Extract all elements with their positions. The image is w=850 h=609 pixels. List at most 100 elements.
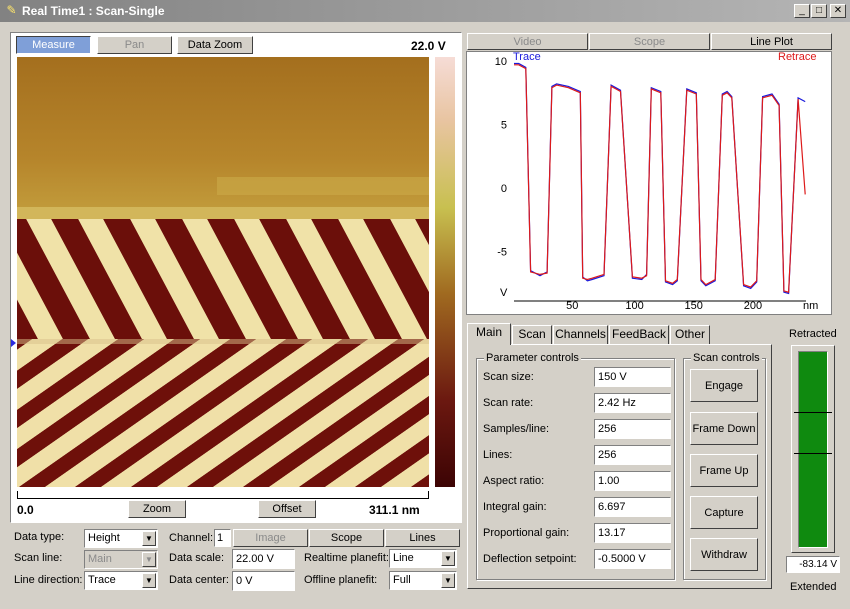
line-direction-label: Line direction: [14,574,83,586]
zoom-button[interactable]: Zoom [128,500,186,518]
data-zoom-button[interactable]: Data Zoom [177,36,253,54]
tab-video[interactable]: Video [467,33,588,50]
scale-max-label: 22.0 V [411,39,446,53]
scan-line-marker[interactable] [11,339,16,347]
app-icon[interactable]: ✎ [4,3,19,18]
retracted-label: Retracted [789,328,837,340]
chevron-down-icon[interactable]: ▼ [441,573,455,588]
line-plot[interactable]: Trace Retrace V nm 50 100 150 2001050-5 [466,51,832,315]
title-bar: ✎ Real Time1 : Scan-Single _ □ ✕ [0,0,850,22]
x-tick-label: 100 [625,300,643,312]
scan-line-label: Scan line: [14,552,63,564]
param-label: Deflection setpoint: [483,553,577,565]
data-center-input[interactable]: 0 V [232,571,295,591]
tab-other[interactable]: Other [670,325,710,345]
param-label: Scan size: [483,371,534,383]
lines-button[interactable]: Lines [385,529,460,547]
z-gauge-marker-mid [794,453,832,454]
param-value-input[interactable]: 13.17 [594,523,671,543]
scan-controls-title: Scan controls [691,352,762,364]
param-label: Lines: [483,449,513,461]
x-axis-scale [17,491,429,499]
y-tick-label: 0 [501,183,507,195]
data-scale-label: Data scale: [169,552,225,564]
parameter-controls-title: Parameter controls [484,352,581,364]
tab-main[interactable]: Main [467,323,511,345]
chevron-down-icon[interactable]: ▼ [142,531,156,546]
window-title: Real Time1 : Scan-Single [22,4,165,18]
param-label: Aspect ratio: [483,475,545,487]
image-button[interactable]: Image [233,529,308,547]
capture-button[interactable]: Capture [690,496,758,529]
image-panel: Measure Pan Data Zoom 22.0 V 0.0 Zoom Of… [10,32,462,523]
y-axis-label: V [500,287,508,299]
param-value-input[interactable]: 256 [594,419,671,439]
tab-channels[interactable]: Channels [553,325,608,345]
data-scale-input[interactable]: 22.00 V [232,549,295,569]
tab-scope[interactable]: Scope [589,33,710,50]
data-type-label: Data type: [14,531,65,543]
tab-scan[interactable]: Scan [512,325,552,345]
color-scale-bar [435,57,455,487]
frame-down-button[interactable]: Frame Down [690,412,758,445]
engage-button[interactable]: Engage [690,369,758,402]
offset-button[interactable]: Offset [258,500,316,518]
scan-line-value: Main [88,553,112,565]
maximize-button[interactable]: □ [811,4,827,18]
offline-planefit-value: Full [393,574,411,586]
close-button[interactable]: ✕ [830,4,846,18]
data-type-value: Height [88,532,120,544]
x-tick-label: 200 [744,300,762,312]
param-label: Integral gain: [483,501,547,513]
afm-height-image[interactable] [17,57,429,487]
z-gauge [791,345,835,553]
tab-feedback[interactable]: FeedBack [609,325,669,345]
measure-button[interactable]: Measure [16,36,91,54]
z-value-display: -83.14 V [786,556,840,573]
y-tick-label: 5 [501,120,507,132]
param-value-input[interactable]: 256 [594,445,671,465]
chevron-down-icon[interactable]: ▼ [142,573,156,588]
realtime-planefit-value: Line [393,552,414,564]
frame-up-button[interactable]: Frame Up [690,454,758,487]
channel-input[interactable]: 1 [214,529,231,547]
param-value-input[interactable]: 2.42 Hz [594,393,671,413]
x-tick-label: 150 [685,300,703,312]
scope-button[interactable]: Scope [309,529,384,547]
data-center-label: Data center: [169,574,229,586]
offline-planefit-select[interactable]: Full ▼ [389,571,457,590]
z-gauge-marker-top [794,412,832,413]
legend-trace: Trace [513,51,541,63]
z-gauge-fill [798,351,828,548]
y-tick-label: 10 [495,56,507,68]
x-start-label: 0.0 [17,503,34,517]
chevron-down-icon[interactable]: ▼ [441,551,455,566]
realtime-planefit-select[interactable]: Line ▼ [389,549,457,568]
line-direction-value: Trace [88,574,116,586]
y-tick-label: -5 [497,247,507,259]
minimize-button[interactable]: _ [794,4,810,18]
withdraw-button[interactable]: Withdraw [690,538,758,571]
offline-planefit-label: Offline planefit: [304,574,378,586]
chevron-down-icon[interactable]: ▼ [142,552,156,567]
data-type-select[interactable]: Height ▼ [84,529,158,548]
param-value-input[interactable]: -0.5000 V [594,549,671,569]
parameter-controls-group [476,358,675,580]
realtime-planefit-label: Realtime planefit: [304,552,389,564]
extended-label: Extended [790,581,837,593]
param-value-input[interactable]: 1.00 [594,471,671,491]
param-label: Proportional gain: [483,527,570,539]
legend-retrace: Retrace [778,51,817,63]
param-value-input[interactable]: 6.697 [594,497,671,517]
param-value-input[interactable]: 150 V [594,367,671,387]
x-end-label: 311.1 nm [369,503,420,517]
pan-button[interactable]: Pan [97,36,172,54]
param-label: Scan rate: [483,397,534,409]
scan-line-select[interactable]: Main ▼ [84,550,158,569]
channel-label: Channel: [169,532,214,544]
x-unit-label: nm [803,300,818,312]
tab-line-plot[interactable]: Line Plot [711,33,832,50]
line-direction-select[interactable]: Trace ▼ [84,571,158,590]
param-label: Samples/line: [483,423,550,435]
x-tick-label: 50 [566,300,578,312]
